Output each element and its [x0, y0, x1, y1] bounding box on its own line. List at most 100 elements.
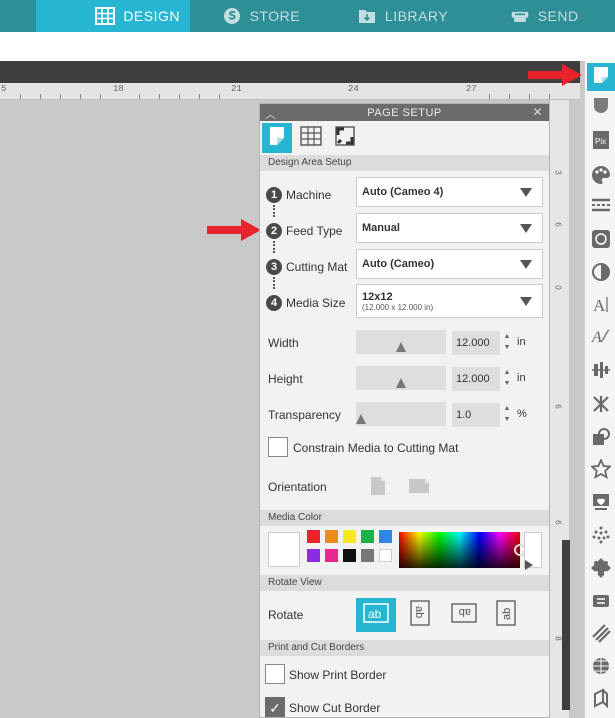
pixscan-tool[interactable]: Pix	[588, 129, 614, 155]
slider-handle[interactable]	[356, 414, 366, 424]
constrain-checkbox[interactable]	[268, 437, 288, 457]
width-slider[interactable]	[356, 330, 446, 354]
palette-icon	[591, 165, 611, 190]
media-size-row: 4 Media Size 12x12 (12.000 x 12.000 in)	[260, 282, 551, 318]
show-cut-border-label: Show Cut Border	[289, 701, 381, 715]
tab-store[interactable]: STORE	[190, 0, 332, 32]
transparency-slider[interactable]	[356, 402, 446, 426]
width-spinner[interactable]: ▲ ▼	[503, 331, 511, 355]
slider-handle[interactable]	[396, 378, 406, 388]
tab-label: DESIGN	[123, 8, 180, 24]
color-swatch[interactable]	[361, 549, 374, 562]
transparency-unit: %	[517, 408, 527, 420]
tab-grid[interactable]	[296, 123, 326, 153]
feed-type-dropdown[interactable]: Manual	[356, 213, 543, 243]
panel-title: PAGE SETUP	[367, 106, 442, 119]
nesting-tool[interactable]	[588, 655, 614, 681]
line-style-tool[interactable]	[588, 194, 614, 220]
color-swatch[interactable]	[307, 549, 320, 562]
rotate-0-button[interactable]: ab	[356, 598, 396, 632]
tab-design[interactable]: DESIGN	[0, 0, 190, 32]
tab-send[interactable]: SEND	[473, 0, 615, 32]
offset-tool[interactable]	[588, 457, 614, 484]
color-swatch[interactable]	[343, 549, 356, 562]
transparency-tool[interactable]	[588, 261, 614, 287]
close-icon[interactable]: ✕	[532, 105, 543, 119]
height-spinner[interactable]: ▲ ▼	[503, 367, 511, 391]
svg-text:A: A	[593, 296, 606, 314]
text-style-tool[interactable]: A	[588, 293, 614, 319]
fill-color-tool[interactable]	[588, 164, 614, 190]
color-swatch[interactable]	[307, 530, 320, 543]
machine-dropdown[interactable]: Auto (Cameo 4)	[356, 177, 543, 207]
current-media-color[interactable]	[268, 532, 300, 567]
grid-icon	[95, 7, 116, 25]
color-swatch[interactable]	[361, 530, 374, 543]
align-tool[interactable]	[588, 359, 614, 385]
landscape-page-icon[interactable]	[408, 478, 430, 499]
pattern-icon	[591, 229, 611, 254]
machine-row: 1 Machine Auto (Cameo 4)	[260, 174, 551, 210]
transparency-spinner[interactable]: ▲ ▼	[503, 403, 511, 427]
show-cut-border-row: ✓ Show Cut Border	[260, 696, 551, 718]
color-swatch[interactable]	[379, 549, 392, 562]
cutting-mat-dropdown[interactable]: Auto (Cameo)	[356, 249, 543, 279]
color-swatch[interactable]	[343, 530, 356, 543]
tab-library[interactable]: LIBRARY	[332, 0, 474, 32]
tab-registration[interactable]	[330, 123, 360, 153]
tab-page[interactable]	[262, 123, 292, 153]
store-s-icon	[222, 7, 242, 25]
width-unit: in	[517, 336, 526, 348]
send-tool[interactable]	[588, 94, 614, 120]
design-canvas[interactable]	[0, 100, 259, 718]
tab-label: LIBRARY	[384, 8, 449, 24]
portrait-page-icon[interactable]	[370, 476, 386, 501]
dots-icon	[591, 525, 611, 550]
width-input[interactable]: 12.000	[452, 331, 500, 355]
color-spectrum-picker[interactable]	[399, 532, 526, 568]
ruler-header	[0, 61, 580, 83]
show-print-border-row: Show Print Border	[260, 663, 551, 687]
color-swatch[interactable]	[325, 530, 338, 543]
cutter-icon	[510, 7, 530, 25]
cutting-mat-label: Cutting Mat	[286, 260, 348, 274]
media-size-dimensions: (12.000 x 12.000 in)	[362, 302, 434, 312]
feed-type-value: Manual	[362, 222, 400, 234]
color-swatch[interactable]	[325, 549, 338, 562]
3d-tool[interactable]	[588, 687, 614, 713]
replicate-tool[interactable]	[588, 393, 614, 419]
slider-handle[interactable]	[396, 342, 406, 352]
fill-pattern-tool[interactable]	[588, 228, 614, 254]
vertical-scrollbar-thumb[interactable]	[562, 540, 570, 710]
text-path-tool[interactable]: A	[588, 325, 614, 351]
collapse-chevron-icon[interactable]: ︿	[265, 106, 277, 122]
color-swatches	[307, 530, 393, 568]
ruler-number: 0	[553, 285, 563, 290]
page-setup-tool[interactable]	[587, 63, 615, 91]
constrain-row: Constrain Media to Cutting Mat	[260, 437, 551, 461]
media-size-dropdown[interactable]: 12x12 (12.000 x 12.000 in)	[356, 284, 543, 318]
hatch-tool[interactable]	[588, 622, 614, 648]
height-slider[interactable]	[356, 366, 446, 390]
rotate-90-button[interactable]: ab	[400, 598, 440, 632]
slider-handle[interactable]	[525, 560, 533, 570]
weld-tool[interactable]	[588, 557, 614, 583]
color-swatch[interactable]	[379, 530, 392, 543]
sketch-icon	[591, 591, 611, 616]
transparency-input[interactable]: 1.0	[452, 403, 500, 427]
rotate-180-button[interactable]: ab	[444, 598, 484, 632]
pixscan-dots-tool[interactable]	[588, 524, 614, 550]
show-cut-border-checkbox[interactable]: ✓	[265, 697, 285, 717]
rotate-270-button[interactable]: ab	[486, 598, 526, 632]
brightness-slider[interactable]	[524, 532, 542, 570]
align-icon	[591, 361, 611, 384]
modify-tool[interactable]	[588, 426, 614, 452]
red-arrow-pointer	[207, 219, 261, 241]
library-icon	[357, 7, 377, 25]
sketch-tool[interactable]	[588, 590, 614, 616]
height-input[interactable]: 12.000	[452, 367, 500, 391]
ruler-number: 6	[553, 222, 563, 227]
trace-tool[interactable]	[588, 491, 614, 517]
show-print-border-checkbox[interactable]	[265, 664, 285, 684]
hatch-icon	[591, 623, 611, 648]
